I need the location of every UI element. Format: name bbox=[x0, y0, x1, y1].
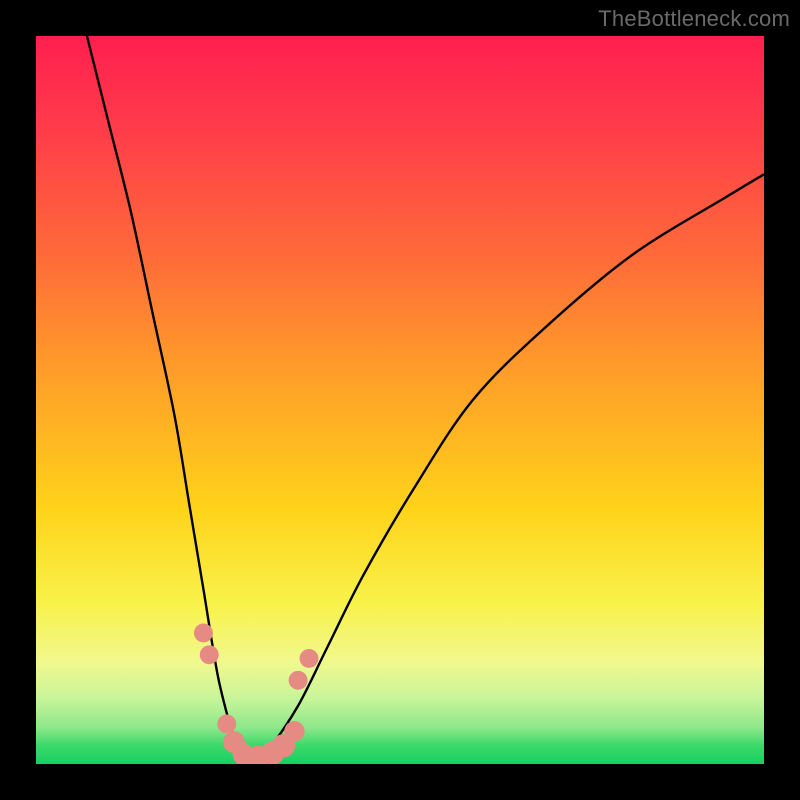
plot-area bbox=[36, 36, 764, 764]
watermark-text: TheBottleneck.com bbox=[598, 6, 790, 32]
marker-left-upper-1 bbox=[194, 623, 213, 642]
marker-right-upper-2 bbox=[300, 649, 319, 668]
marker-right-upper-1 bbox=[289, 671, 308, 690]
chart-svg bbox=[36, 36, 764, 764]
outer-frame: TheBottleneck.com bbox=[0, 0, 800, 800]
marker-left-lower-1 bbox=[217, 714, 236, 733]
marker-right-lower-1 bbox=[284, 721, 304, 741]
bottleneck-curve bbox=[87, 36, 764, 764]
marker-left-upper-2 bbox=[200, 645, 219, 664]
